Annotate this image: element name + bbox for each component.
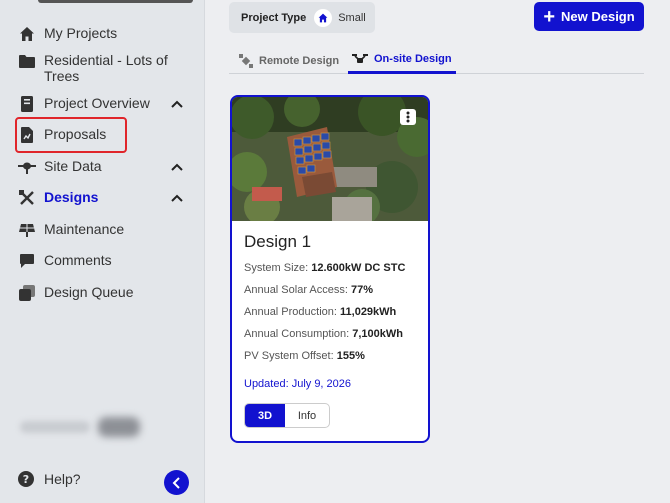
consumption-row: Annual Consumption: 7,100kWh — [244, 328, 403, 340]
design-card[interactable]: Design 1 System Size: 12.600kW DC STC An… — [230, 95, 430, 443]
sidebar-item-label: My Projects — [44, 25, 118, 41]
help-label: Help? — [44, 471, 81, 487]
folder-icon — [18, 52, 36, 70]
chevron-up-icon[interactable] — [170, 97, 184, 111]
tab-label: Remote Design — [259, 54, 340, 67]
help-link[interactable]: ? Help? — [18, 471, 81, 487]
comment-icon — [18, 252, 36, 270]
tab-on-site-design[interactable]: On-site Design — [348, 47, 456, 74]
sidebar-item-label: Designs — [44, 189, 99, 205]
sidebar-item-design-queue[interactable]: Design Queue — [18, 284, 188, 302]
plus-icon: + — [543, 5, 555, 28]
queue-icon — [18, 284, 36, 302]
sidebar-top-bar — [38, 0, 193, 3]
sidebar: My Projects Residential - Lots of Trees … — [0, 0, 205, 503]
svg-text:?: ? — [23, 473, 29, 486]
new-design-button[interactable]: + New Design — [534, 2, 644, 31]
home-icon — [18, 25, 36, 43]
sidebar-item-comments[interactable]: Comments — [18, 252, 188, 270]
tab-label: On-site Design — [374, 53, 452, 65]
sidebar-item-designs[interactable]: Designs — [18, 189, 188, 207]
system-size-row: System Size: 12.600kW DC STC — [244, 262, 405, 274]
chevron-up-icon[interactable] — [170, 191, 184, 205]
new-design-label: New Design — [561, 9, 635, 24]
solar-panel-icon — [18, 221, 36, 239]
avatar — [98, 417, 140, 437]
production-value: 11,029kWh — [340, 306, 397, 318]
sidebar-item-proposals[interactable]: Proposals — [18, 126, 188, 144]
offset-value: 155% — [336, 350, 365, 362]
chevron-left-icon — [172, 476, 180, 489]
design-tools-icon — [18, 189, 36, 207]
aerial-site-image — [232, 97, 428, 221]
document-icon — [18, 95, 36, 113]
sidebar-item-label: Proposals — [44, 126, 107, 142]
view-3d-button[interactable]: 3D — [245, 404, 285, 427]
sidebar-item-label: Residential - Lots of Trees — [44, 52, 168, 84]
updated-date: Updated: July 9, 2026 — [244, 378, 352, 390]
production-label: Annual Production: — [244, 306, 337, 318]
sidebar-item-residential-project[interactable]: Residential - Lots of Trees — [18, 52, 168, 84]
sidebar-item-site-data[interactable]: Site Data — [18, 158, 188, 176]
sidebar-item-label: Comments — [44, 252, 112, 268]
design-tabs: Remote Design On-site Design — [229, 47, 644, 74]
chevron-up-icon[interactable] — [170, 160, 184, 174]
sidebar-item-my-projects[interactable]: My Projects — [18, 25, 188, 43]
proposal-file-icon — [18, 126, 36, 144]
offset-label: PV System Offset: — [244, 350, 334, 362]
consumption-value: 7,100kWh — [352, 328, 403, 340]
card-menu-button[interactable] — [400, 109, 416, 125]
sidebar-item-label: Site Data — [44, 158, 102, 174]
offset-row: PV System Offset: 155% — [244, 350, 365, 362]
tab-remote-design[interactable]: Remote Design — [239, 47, 339, 74]
system-size-label: System Size: — [244, 262, 309, 274]
sidebar-item-label: Design Queue — [44, 284, 134, 300]
sidebar-item-label: Maintenance — [44, 221, 125, 237]
kebab-menu-icon — [406, 111, 410, 123]
drone-icon — [352, 54, 368, 63]
design-title: Design 1 — [244, 232, 312, 251]
solar-access-row: Annual Solar Access: 77% — [244, 284, 373, 296]
drone-icon — [18, 158, 36, 176]
user-account-blurred[interactable] — [20, 414, 150, 440]
filter-value: Small — [338, 11, 366, 24]
consumption-label: Annual Consumption: — [244, 328, 350, 340]
production-row: Annual Production: 11,029kWh — [244, 306, 396, 318]
solar-access-value: 77% — [351, 284, 374, 296]
sidebar-item-label: Project Overview — [44, 95, 150, 111]
filter-key: Project Type — [241, 11, 307, 24]
sidebar-item-project-overview[interactable]: Project Overview — [18, 95, 188, 113]
system-size-value: 12.600kW DC STC — [311, 262, 406, 274]
help-icon: ? — [18, 471, 34, 487]
satellite-icon — [239, 53, 253, 68]
solar-access-label: Annual Solar Access: — [244, 284, 348, 296]
view-toggle: 3D Info — [244, 403, 330, 428]
home-icon — [314, 8, 333, 27]
view-info-button[interactable]: Info — [285, 404, 329, 427]
project-type-filter[interactable]: Project Type Small — [229, 2, 375, 33]
sidebar-item-maintenance[interactable]: Maintenance — [18, 221, 188, 239]
collapse-sidebar-button[interactable] — [164, 470, 189, 495]
